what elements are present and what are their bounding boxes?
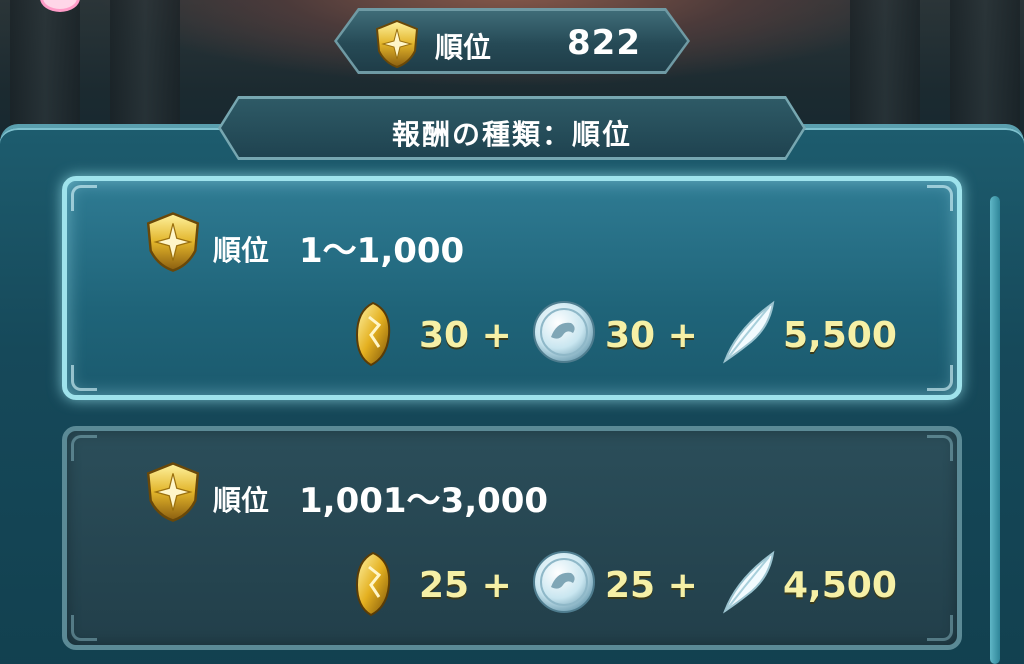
tier-rank-range: 1,001～3,000 [299,481,549,521]
tier-rank-label: 順位 [213,484,270,517]
corner-ornament [927,435,953,461]
background-pillar [950,0,1020,130]
corner-ornament [71,365,97,391]
feather-amount: 4,500 [783,565,897,606]
corner-ornament [71,615,97,641]
gold-orb-icon [355,301,391,367]
crest-amount: 30 + [605,315,698,356]
reward-type-title: 報酬の種類：順位 [391,118,632,151]
orb-amount: 25 + [419,565,512,606]
background-pillar [10,0,80,130]
tier-rank-label: 順位 [213,234,270,267]
reward-list: 25 + 25 + 4,500 [351,549,931,619]
gold-orb-icon [355,551,391,617]
crest-amount: 25 + [605,565,698,606]
corner-ornament [71,185,97,211]
reward-tier-card[interactable]: 順位 1～1,000 30 + 30 + 5,500 [62,176,962,400]
gold-shield-medal-icon [146,212,200,272]
silver-crest-coin-icon [533,301,595,363]
silver-crest-coin-icon [533,551,595,613]
corner-ornament [927,185,953,211]
gold-shield-medal-icon [375,19,419,69]
orb-amount: 30 + [419,315,512,356]
corner-ornament [71,435,97,461]
scrollbar-thumb[interactable] [990,196,1000,664]
feather-amount: 5,500 [783,315,897,356]
current-rank-value: 822 [567,23,641,63]
tier-rank-range: 1～1,000 [299,231,465,271]
white-feather-icon [722,550,775,614]
reward-type-header: 報酬の種類：順位 [218,96,806,160]
white-feather-icon [722,300,775,364]
current-rank-label: 順位 [435,31,492,64]
background-pillar [850,0,920,130]
reward-tier-card[interactable]: 順位 1,001～3,000 25 + 25 + 4,500 [62,426,962,650]
background-pillar [110,0,180,130]
gold-shield-medal-icon [146,462,200,522]
reward-list: 30 + 30 + 5,500 [351,299,931,369]
current-rank-banner: 順位 822 [334,8,690,74]
